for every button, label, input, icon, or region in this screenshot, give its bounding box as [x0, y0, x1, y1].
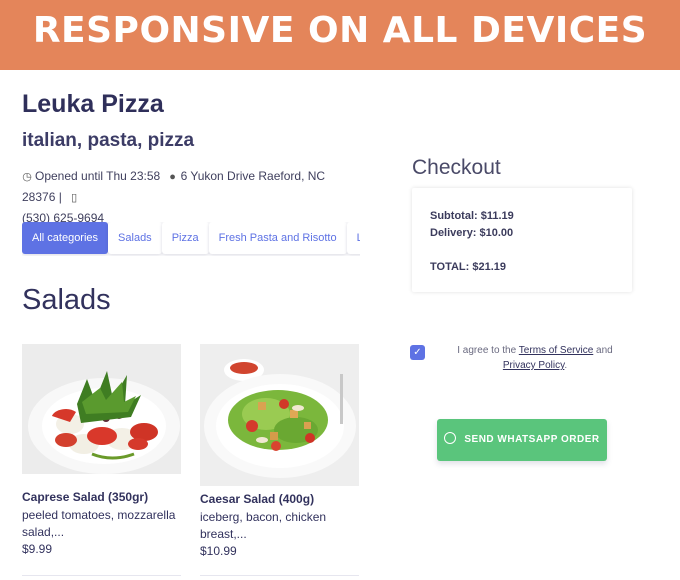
phone-icon: ▯ — [71, 192, 78, 204]
menu-item-card[interactable]: Caprese Salad (350gr) peeled tomatoes, m… — [22, 344, 181, 556]
restaurant-tags: italian, pasta, pizza — [22, 130, 195, 151]
tab-all-categories[interactable]: All categories — [22, 222, 109, 254]
send-whatsapp-order-label: SEND WHATSAPP ORDER — [464, 434, 600, 445]
opening-hours: Opened until Thu 23:58 — [35, 169, 161, 183]
tab-lasagna[interactable]: Lasagna — [346, 222, 360, 254]
privacy-policy-link[interactable]: Privacy Policy — [503, 360, 565, 371]
restaurant-info: ◷ Opened until Thu 23:58 ● 6 Yukon Drive R… — [22, 166, 352, 228]
next-item-card-edge — [22, 575, 181, 580]
next-item-card-edge — [200, 575, 359, 580]
tab-fresh-pasta-and-risotto[interactable]: Fresh Pasta and Risotto — [208, 222, 347, 254]
delivery-fee: Delivery: $10.00 — [430, 227, 514, 239]
terms-of-service-link[interactable]: Terms of Service — [519, 345, 593, 356]
menu-item-card[interactable]: Caesar Salad (400g) iceberg, bacon, chic… — [200, 344, 359, 558]
item-price: $10.99 — [200, 544, 237, 558]
promo-banner: RESPONSIVE ON ALL DEVICES — [0, 0, 680, 70]
item-name: Caesar Salad (400g) — [200, 492, 315, 506]
category-tabs: All categories Salads Pizza Fresh Pasta and… — [22, 222, 360, 256]
send-whatsapp-order-button[interactable]: SEND WHATSAPP ORDER — [437, 419, 607, 461]
tab-pizza[interactable]: Pizza — [161, 222, 209, 254]
caesar-salad-photo[interactable] — [200, 344, 359, 486]
terms-checkbox[interactable]: ✓ — [410, 345, 425, 360]
tab-salads[interactable]: Salads — [108, 222, 162, 254]
subtotal: Subtotal: $11.19 — [430, 210, 514, 222]
item-description: iceberg, bacon, chicken breast,... — [200, 510, 327, 541]
restaurant-name: Leuka Pizza — [22, 90, 164, 118]
item-name: Caprese Salad (350gr) — [22, 490, 149, 504]
order-summary: Subtotal: $11.19 Delivery: $10.00 TOTAL:… — [412, 188, 632, 292]
item-description: peeled tomatoes, mozzarella salad,... — [22, 508, 176, 539]
banner-title: RESPONSIVE ON ALL DEVICES — [32, 10, 648, 51]
section-title: Salads — [22, 284, 111, 316]
location-pin-icon: ● — [169, 171, 176, 183]
whatsapp-icon — [444, 432, 457, 444]
item-price: $9.99 — [22, 542, 53, 556]
clock-icon: ◷ — [22, 171, 32, 183]
order-total: TOTAL: $21.19 — [430, 261, 507, 273]
caprese-salad-photo[interactable] — [22, 344, 181, 474]
checkout-title: Checkout — [412, 156, 501, 179]
terms-text: I agree to the Terms of Service and Priv… — [457, 345, 613, 371]
